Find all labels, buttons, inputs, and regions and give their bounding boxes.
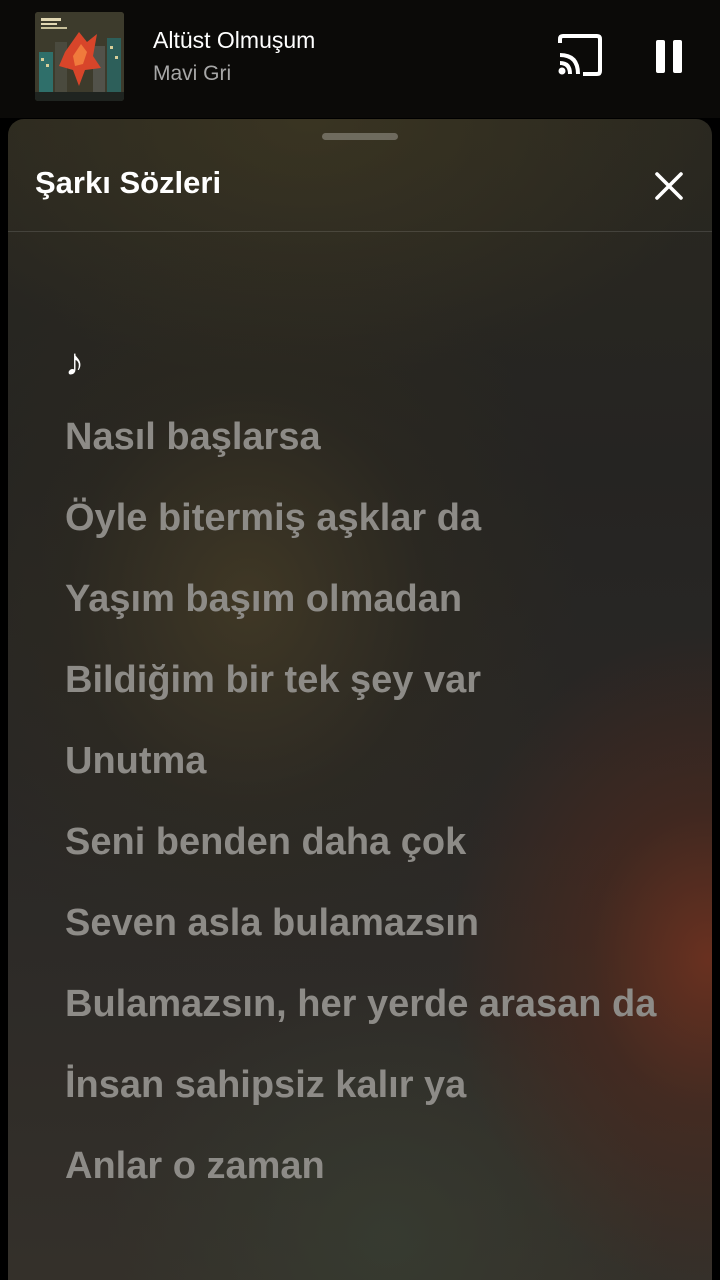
sheet-title: Şarkı Sözleri <box>35 165 222 200</box>
close-icon <box>655 172 683 200</box>
pause-icon <box>656 40 682 73</box>
lyric-line[interactable]: Seven asla bulamazsın <box>65 901 675 945</box>
mini-player[interactable]: Altüst Olmuşum Mavi Gri <box>0 0 720 118</box>
album-art[interactable] <box>35 12 124 101</box>
lyric-line[interactable]: Seni benden daha çok <box>65 820 675 864</box>
cast-button[interactable] <box>556 33 604 77</box>
pause-button[interactable] <box>645 32 693 80</box>
cast-icon <box>558 34 602 76</box>
close-button[interactable] <box>648 165 690 207</box>
lyric-line[interactable]: Bildiğim bir tek şey var <box>65 658 675 702</box>
lyric-line[interactable]: Öyle bitermiş aşklar da <box>65 496 675 540</box>
lyric-line[interactable]: Yaşım başım olmadan <box>65 577 675 621</box>
track-title: Altüst Olmuşum <box>153 27 316 53</box>
drag-handle[interactable] <box>322 133 398 140</box>
header-divider <box>8 231 712 232</box>
lyric-line[interactable]: Unutma <box>65 739 675 783</box>
lyric-line[interactable]: Bulamazsın, her yerde arasan da <box>65 982 675 1026</box>
track-artist: Mavi Gri <box>153 62 232 85</box>
lyrics-list: ♪ Nasıl başlarsa Öyle bitermiş aşklar da… <box>65 337 675 1225</box>
lyrics-sheet: Şarkı Sözleri ♪ Nasıl başlarsa Öyle bite… <box>8 119 712 1280</box>
lyric-line[interactable]: Nasıl başlarsa <box>65 415 675 459</box>
lyric-line[interactable]: İnsan sahipsiz kalır ya <box>65 1063 675 1107</box>
album-art-image <box>35 12 124 101</box>
lyric-line[interactable]: Anlar o zaman <box>65 1144 675 1188</box>
current-lyric-note: ♪ <box>65 342 84 384</box>
